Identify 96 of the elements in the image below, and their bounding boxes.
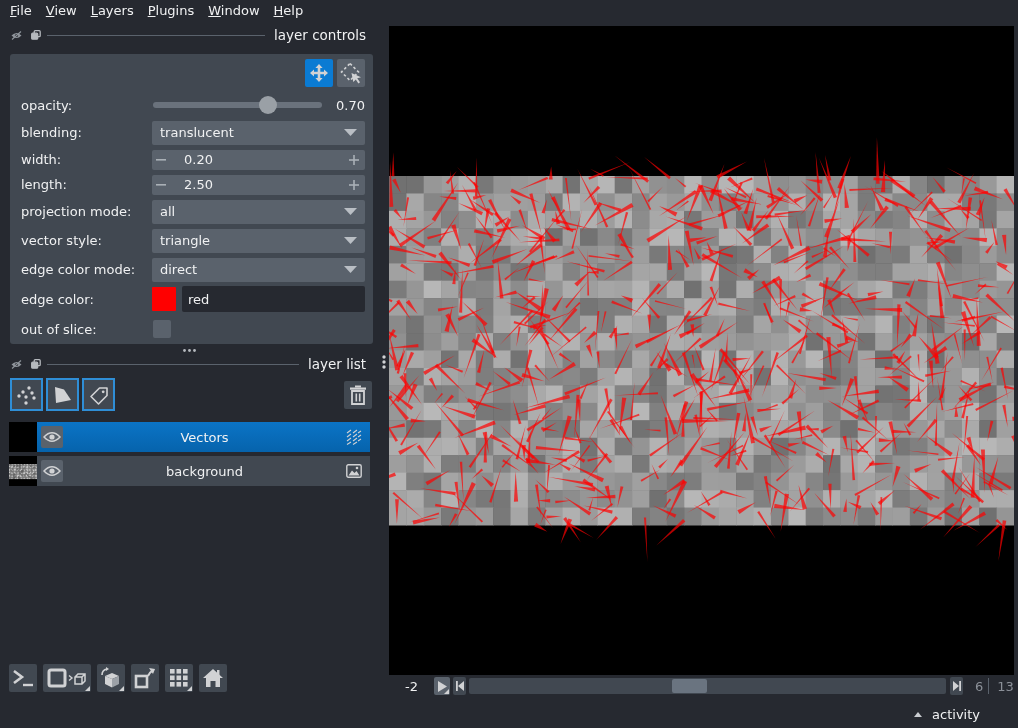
menu-item[interactable]: Layers [83,0,141,22]
visibility-toggle[interactable] [41,460,63,482]
trash-icon [349,384,367,405]
console-button[interactable] [9,664,37,692]
viewer-canvas[interactable] [389,26,1014,675]
menu-item[interactable]: View [38,0,84,22]
field-label: opacity: [21,97,74,113]
caret-down-icon [344,237,357,244]
eye-slash-icon[interactable] [11,359,22,369]
number-spinbox[interactable]: 0.20 [152,149,365,170]
square-arrow-icon [134,667,156,689]
four-way-arrows-icon [309,63,329,83]
caret-down-icon [344,266,357,273]
home-button[interactable] [199,664,227,692]
caret-down-icon [344,208,357,215]
current-frame[interactable]: 6 [975,678,984,694]
number-spinbox[interactable]: 2.50 [152,174,365,195]
skip-back-icon [455,681,464,691]
frame-slider-track[interactable] [469,678,946,694]
polygon-shape-icon [53,385,72,404]
pan-zoom-button[interactable] [305,59,333,87]
overlapping-squares-icon[interactable] [31,359,41,369]
minus-icon [156,158,166,161]
transpose-button[interactable] [131,664,159,692]
panel-title: layer controls [274,27,366,43]
eye-slash-icon[interactable] [11,30,22,40]
caret-down-icon [344,129,357,136]
field-label: projection mode: [21,204,133,219]
field-label: length: [21,177,68,192]
slider-value: 0.70 [335,97,365,113]
panel-title: layer list [308,356,366,372]
layer-thumbnail [9,422,37,452]
grid-icon [170,669,188,687]
activity-button[interactable]: activity [914,706,980,722]
overlapping-squares-icon[interactable] [31,30,41,40]
field-label: out of slice: [21,321,98,337]
roll-button[interactable] [97,664,125,692]
plus-icon [349,154,359,165]
terminal-prompt-icon [12,669,34,687]
eye-icon [43,431,61,443]
layer-thumbnail [9,456,37,486]
slanted-lines-icon [346,429,362,445]
last-frame-button[interactable] [950,677,963,695]
color-name-field[interactable]: red [182,286,365,312]
color-swatch-icon[interactable] [152,287,176,311]
field-label: vector style: [21,233,103,248]
menu-item[interactable]: File [3,0,39,22]
popup-corner-icon [187,686,192,691]
plus-icon [349,179,359,190]
visibility-toggle[interactable] [41,426,63,448]
delete-layer-button[interactable] [344,380,372,409]
new-labels-layer-button[interactable] [82,378,115,411]
scattered-dots-icon [16,384,37,405]
field-label: edge color: [21,291,95,307]
skip-forward-icon [952,681,961,691]
eye-icon [43,465,61,477]
popup-corner-icon [119,686,124,691]
layer-name: Vectors [179,429,230,445]
image-icon [346,464,362,478]
home-icon [202,668,224,688]
field-label: edge color mode: [21,262,137,277]
layer-item[interactable]: Vectors [37,422,370,452]
popup-corner-icon [444,689,449,694]
dropdown[interactable]: triangle [152,228,365,253]
field-label: blending: [21,125,83,140]
tag-icon [88,384,109,405]
menu-item[interactable]: Plugins [140,0,202,22]
transform-button[interactable] [337,59,365,87]
menu-item[interactable]: Window [201,0,267,22]
drag-handle-icon[interactable] [182,348,196,352]
grid-button[interactable] [165,664,193,692]
menu-item[interactable]: Help [266,0,311,22]
slider-thumb[interactable] [258,96,277,114]
popup-corner-icon [85,686,90,691]
minus-icon [156,183,166,186]
field-label: width: [21,152,63,167]
dropdown[interactable]: translucent [152,120,365,145]
rotating-cube-icon [100,667,122,689]
frame-slider-thumb[interactable] [672,679,708,693]
checkbox[interactable] [153,320,171,338]
square-to-cube-icon [47,668,87,688]
dropdown[interactable]: direct [152,257,365,282]
axis-label[interactable]: -2 [389,678,434,694]
dropdown[interactable]: all [152,199,365,224]
layer-item[interactable]: background [37,456,370,486]
caret-up-icon [914,711,923,717]
kebab-menu-icon[interactable] [381,355,386,369]
frame-count: 13 [997,678,1014,694]
layer-name: background [165,463,244,479]
ndisplay-button[interactable] [43,664,91,692]
play-button[interactable] [434,677,450,695]
first-frame-button[interactable] [453,677,466,695]
play-icon [437,680,447,692]
new-shapes-layer-button[interactable] [46,378,79,411]
new-points-layer-button[interactable] [10,378,43,411]
dashed-cursor-icon [340,62,362,84]
